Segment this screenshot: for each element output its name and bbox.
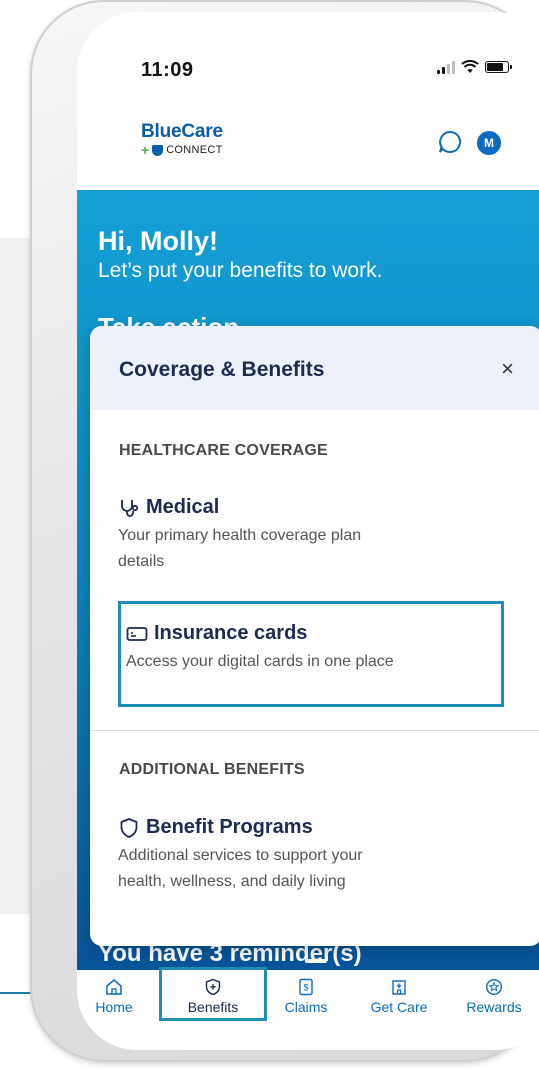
logo-connect: CONNECT xyxy=(166,144,223,156)
tab-bar: Home Benefits $ Claims Get Care Rewards xyxy=(77,967,539,1050)
modal-header: Coverage & Benefits × xyxy=(90,326,539,410)
description-line: details xyxy=(118,553,165,570)
logo-subline: + CONNECT xyxy=(141,142,223,158)
status-bar: 11:09 xyxy=(77,12,539,107)
receipt-icon: $ xyxy=(299,978,313,996)
tab-claims[interactable]: $ Claims xyxy=(266,970,346,1018)
menu-item-description: Your primary health coverage plan detail… xyxy=(118,523,361,575)
star-badge-icon xyxy=(485,978,503,996)
menu-item-description: Additional services to support your heal… xyxy=(118,843,363,895)
description-line: Additional services to support your xyxy=(118,847,363,864)
menu-item-title: Benefit Programs xyxy=(146,816,313,838)
section-divider xyxy=(90,730,539,731)
greeting: Hi, Molly! xyxy=(98,226,218,256)
menu-item-description: Access your digital cards in one place xyxy=(126,653,394,670)
tab-get-care[interactable]: Get Care xyxy=(359,970,439,1018)
phone-screen: 11:09 BlueCare + CONNECT M Hi, Molly! Le… xyxy=(77,12,539,1050)
tab-label: Home xyxy=(95,999,133,1015)
status-icons xyxy=(437,60,512,74)
hospital-icon xyxy=(392,980,406,995)
avatar[interactable]: M xyxy=(477,131,501,155)
menu-item-title: Medical xyxy=(146,496,220,518)
menu-item-title: Insurance cards xyxy=(154,622,308,644)
home-icon xyxy=(106,979,122,995)
svg-text:$: $ xyxy=(303,983,308,993)
wifi-icon xyxy=(461,60,479,73)
bluecare-logo[interactable]: BlueCare + CONNECT xyxy=(141,121,223,158)
stethoscope-icon xyxy=(121,499,139,517)
tab-label: Get Care xyxy=(370,999,428,1015)
description-line: Your primary health coverage plan xyxy=(118,527,362,544)
modal-title: Coverage & Benefits xyxy=(119,358,325,381)
tab-benefits[interactable]: Benefits xyxy=(173,970,253,1018)
tagline: Let’s put your benefits to work. xyxy=(98,259,383,282)
battery-icon xyxy=(485,61,512,73)
tab-label: Benefits xyxy=(187,999,239,1015)
id-card-icon xyxy=(126,626,148,641)
plus-icon: + xyxy=(141,142,150,158)
phone-frame: 11:09 BlueCare + CONNECT M Hi, Molly! Le… xyxy=(30,0,539,1062)
close-button[interactable]: × xyxy=(501,356,514,382)
coverage-benefits-modal: Coverage & Benefits × HEALTHCARE COVERAG… xyxy=(90,326,539,946)
description-line: health, wellness, and daily living xyxy=(118,873,346,890)
logo-wordmark: BlueCare xyxy=(141,121,223,142)
shield-plus-icon xyxy=(205,978,221,996)
menu-item-benefit-programs[interactable]: Benefit Programs Additional services to … xyxy=(118,816,363,895)
section-heading-additional: ADDITIONAL BENEFITS xyxy=(119,761,305,778)
chat-icon[interactable] xyxy=(437,129,463,155)
sheet-handle[interactable] xyxy=(305,959,327,963)
section-heading-healthcare: HEALTHCARE COVERAGE xyxy=(119,442,328,459)
tab-home[interactable]: Home xyxy=(77,970,154,1018)
status-time: 11:09 xyxy=(141,59,194,81)
menu-item-insurance-cards[interactable]: Insurance cards Access your digital card… xyxy=(126,622,394,675)
signal-icon xyxy=(437,60,455,74)
menu-item-medical[interactable]: Medical Your primary health coverage pla… xyxy=(118,496,361,575)
tab-label: Claims xyxy=(284,999,328,1015)
tab-rewards[interactable]: Rewards xyxy=(454,970,534,1018)
app-header: BlueCare + CONNECT M xyxy=(77,107,539,190)
logo-shield-icon xyxy=(152,144,164,156)
tab-label: Rewards xyxy=(466,999,522,1015)
shield-icon xyxy=(120,817,138,838)
